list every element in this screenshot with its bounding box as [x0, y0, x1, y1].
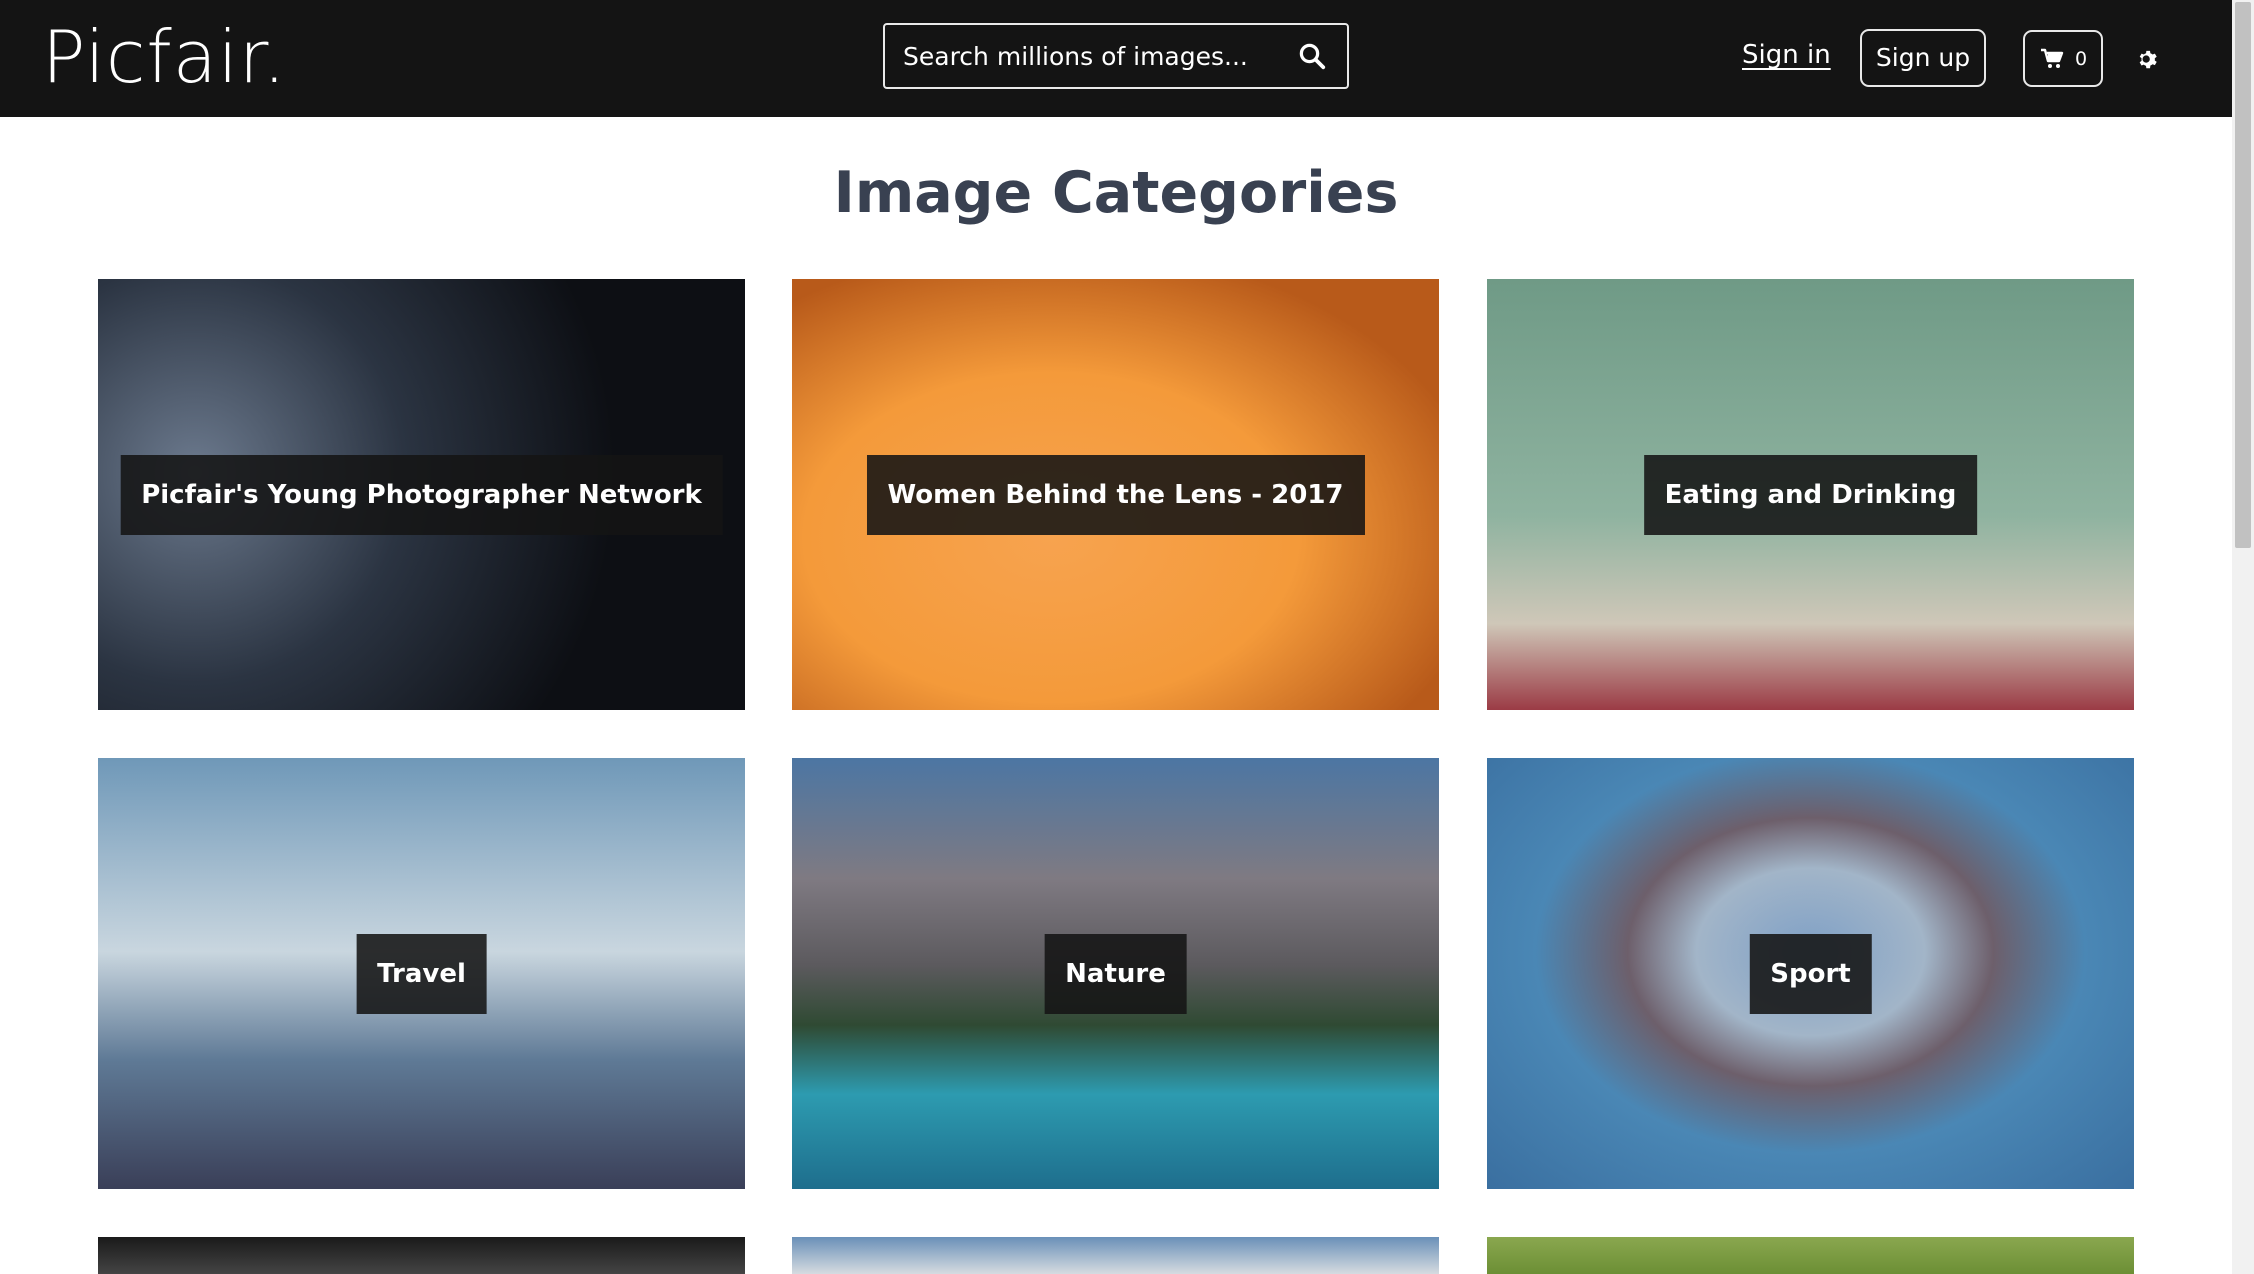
top-navigation-bar: Picfair. Sign in Sign up 0 — [0, 0, 2232, 117]
category-tile-partial[interactable] — [98, 1237, 745, 1274]
category-tile-eating-drinking[interactable]: Eating and Drinking — [1487, 279, 2134, 710]
category-tile-partial[interactable] — [1487, 1237, 2134, 1274]
category-label: Nature — [1044, 933, 1187, 1014]
category-image — [98, 1237, 745, 1274]
category-label: Eating and Drinking — [1643, 454, 1978, 535]
cart-icon — [2040, 47, 2064, 71]
gear-icon[interactable] — [2137, 49, 2159, 71]
scrollbar-thumb[interactable] — [2235, 2, 2251, 548]
category-tile-travel[interactable]: Travel — [98, 758, 745, 1189]
cart-count: 0 — [2075, 48, 2088, 70]
category-image — [792, 1237, 1439, 1274]
category-label: Sport — [1749, 933, 1872, 1014]
category-label: Travel — [356, 933, 487, 1014]
category-label: Women Behind the Lens - 2017 — [866, 454, 1365, 535]
search-input[interactable] — [903, 25, 1283, 87]
category-image — [1487, 1237, 2134, 1274]
category-tile-young-photographer[interactable]: Picfair's Young Photographer Network — [98, 279, 745, 710]
search-icon[interactable] — [1297, 41, 1327, 71]
category-tile-nature[interactable]: Nature — [792, 758, 1439, 1189]
cart-button[interactable]: 0 — [2023, 30, 2103, 87]
category-tile-partial[interactable] — [792, 1237, 1439, 1274]
picfair-logo[interactable]: Picfair. — [42, 12, 287, 102]
page-title: Image Categories — [833, 160, 1399, 226]
search-box — [883, 23, 1349, 89]
category-label: Picfair's Young Photographer Network — [120, 454, 723, 535]
category-tile-women-behind-lens[interactable]: Women Behind the Lens - 2017 — [792, 279, 1439, 710]
category-tile-sport[interactable]: Sport — [1487, 758, 2134, 1189]
sign-up-button[interactable]: Sign up — [1860, 29, 1986, 87]
vertical-scrollbar[interactable] — [2232, 0, 2254, 1274]
sign-in-link[interactable]: Sign in — [1742, 40, 1831, 70]
